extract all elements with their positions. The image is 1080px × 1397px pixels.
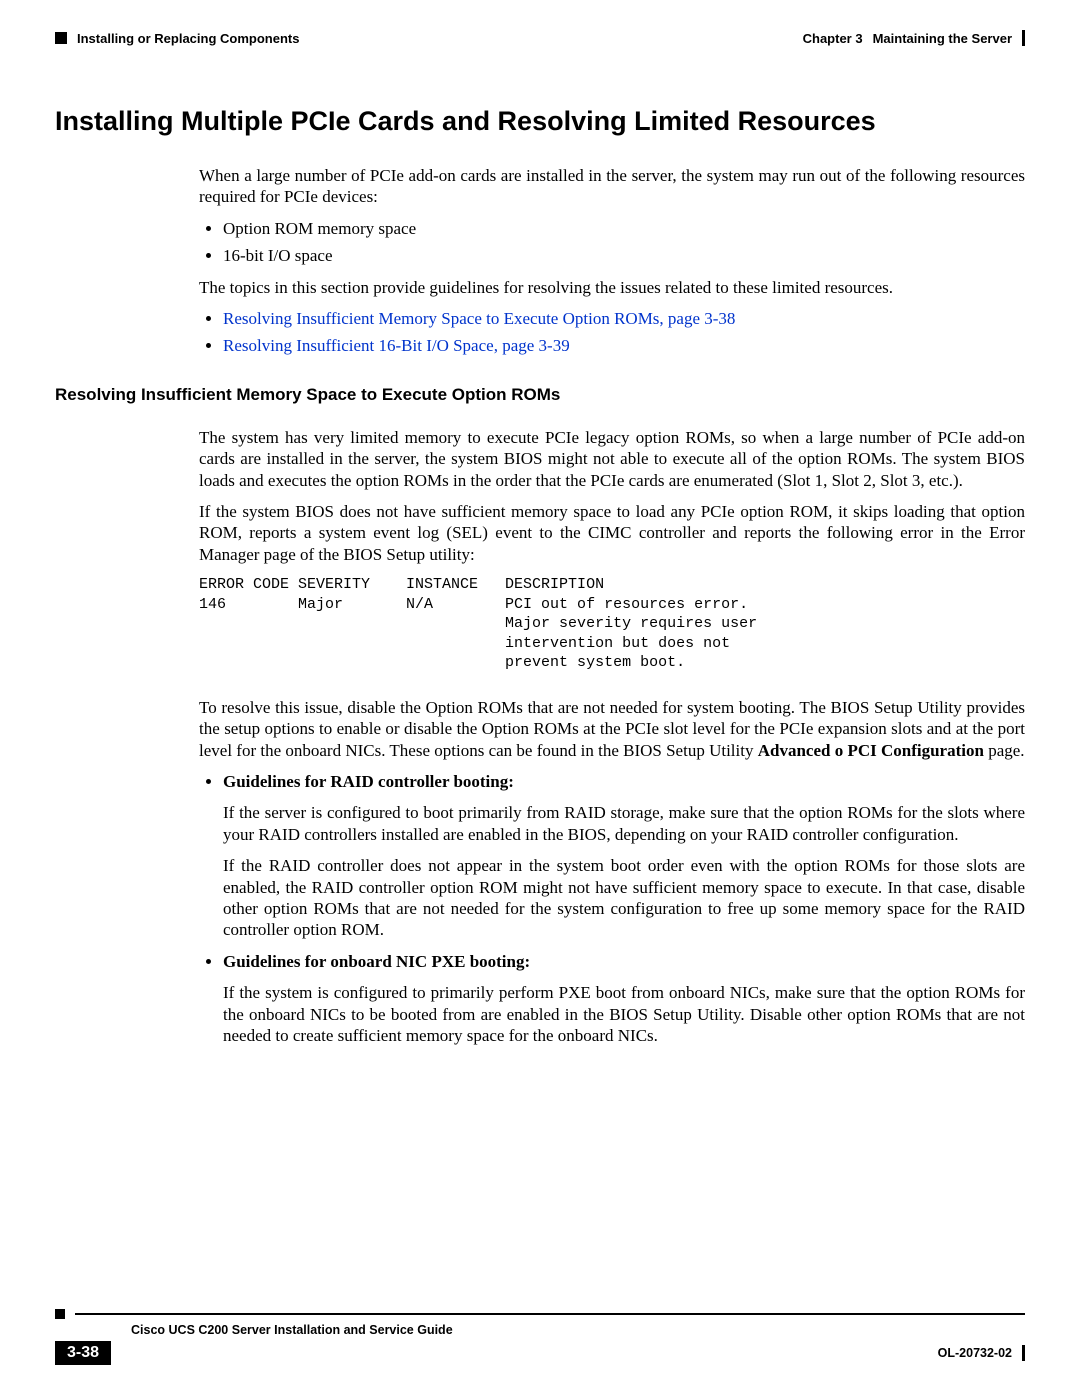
section-paragraph: If the system BIOS does not have suffici… — [199, 501, 1025, 565]
footer-rule — [75, 1313, 1025, 1315]
footer-bar-icon — [1022, 1345, 1025, 1361]
guideline-paragraph: If the RAID controller does not appear i… — [223, 855, 1025, 941]
xref-link-io-space[interactable]: Resolving Insufficient 16-Bit I/O Space,… — [223, 336, 570, 355]
footer-square-icon — [55, 1309, 65, 1319]
guideline-paragraph: If the server is configured to boot prim… — [223, 802, 1025, 845]
guideline-paragraph: If the system is configured to primarily… — [223, 982, 1025, 1046]
page-footer: Cisco UCS C200 Server Installation and S… — [55, 1309, 1025, 1365]
guide-title: Cisco UCS C200 Server Installation and S… — [131, 1323, 1025, 1337]
header-chapter-number: Chapter 3 — [803, 31, 863, 46]
running-header: Installing or Replacing Components Chapt… — [55, 30, 1025, 46]
resolution-paragraph: To resolve this issue, disable the Optio… — [199, 697, 1025, 761]
header-square-icon — [55, 32, 67, 44]
header-bar-icon — [1022, 30, 1025, 46]
page-number-badge: 3-38 — [55, 1341, 111, 1365]
header-chapter-title: Maintaining the Server — [873, 31, 1012, 46]
list-item: Option ROM memory space — [223, 218, 1025, 239]
intro-paragraph: When a large number of PCIe add-on cards… — [199, 165, 1025, 208]
xref-link-option-roms[interactable]: Resolving Insufficient Memory Space to E… — [223, 309, 735, 328]
section-paragraph: The system has very limited memory to ex… — [199, 427, 1025, 491]
header-section-label: Installing or Replacing Components — [77, 31, 299, 46]
guideline-heading-pxe: Guidelines for onboard NIC PXE booting: — [223, 952, 530, 971]
guideline-heading-raid: Guidelines for RAID controller booting: — [223, 772, 514, 791]
intro-paragraph-2: The topics in this section provide guide… — [199, 277, 1025, 298]
list-item: 16-bit I/O space — [223, 245, 1025, 266]
page-title: Installing Multiple PCIe Cards and Resol… — [55, 106, 1025, 137]
section-heading: Resolving Insufficient Memory Space to E… — [55, 385, 1025, 405]
error-output-block: ERROR CODE SEVERITY INSTANCE DESCRIPTION… — [199, 575, 1025, 673]
document-id: OL-20732-02 — [938, 1346, 1012, 1360]
